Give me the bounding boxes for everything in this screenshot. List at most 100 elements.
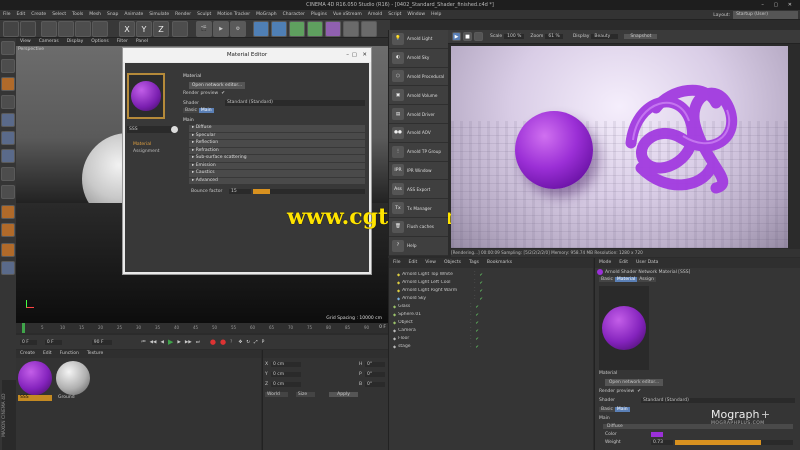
visibility-dots-icon[interactable]: ⁚ bbox=[470, 320, 471, 325]
record-icon[interactable]: ● bbox=[210, 338, 216, 346]
window-controls[interactable]: – ▢ ✕ bbox=[761, 0, 796, 10]
viewport-menu-view[interactable]: View bbox=[16, 38, 35, 46]
y-axis-icon[interactable]: Y bbox=[136, 21, 152, 37]
make-editable-icon[interactable] bbox=[1, 41, 15, 55]
material-menu-texture[interactable]: Texture bbox=[83, 350, 107, 358]
end-frame-field[interactable]: 90 F bbox=[91, 339, 112, 345]
play-icon[interactable]: ▶ bbox=[168, 338, 173, 346]
menu-mograph[interactable]: MoGraph bbox=[253, 10, 279, 20]
tab-basic[interactable]: Basic bbox=[183, 108, 199, 113]
render-settings-icon[interactable]: ⚙ bbox=[230, 21, 246, 37]
object-row-glass[interactable]: ◆ Glass ⁚ ✔ bbox=[389, 302, 593, 310]
section-caustics[interactable]: ▸ Caustics bbox=[189, 170, 365, 177]
section-refraction[interactable]: ▸ Refraction bbox=[189, 147, 365, 154]
attribute-menu-user-data[interactable]: User Data bbox=[632, 258, 662, 268]
edges-mode-icon[interactable] bbox=[1, 131, 15, 145]
workplane-icon[interactable] bbox=[1, 95, 15, 109]
menu-help[interactable]: Help bbox=[428, 10, 444, 20]
arnold-menu-flush-caches[interactable]: 🗑 Flush caches bbox=[389, 217, 448, 237]
object-row-camera[interactable]: ◆ Camera ⁚ ✔ bbox=[389, 326, 593, 334]
object-menu-edit[interactable]: Edit bbox=[405, 258, 422, 268]
section-sub-surface-scattering[interactable]: ▸ Sub-surface scattering bbox=[189, 155, 365, 162]
timeline[interactable]: 051015202530354045505560657075808590 0 F bbox=[16, 323, 388, 333]
section-emission[interactable]: ▸ Emission bbox=[189, 162, 365, 169]
deformer-icon[interactable] bbox=[325, 21, 341, 37]
arnold-menu-tx-manager[interactable]: Tx Tx Manager bbox=[389, 199, 448, 218]
enabled-check-icon[interactable]: ✔ bbox=[480, 280, 483, 285]
menu-file[interactable]: File bbox=[0, 10, 14, 20]
visibility-dots-icon[interactable]: ⁚ bbox=[470, 304, 471, 309]
rotation-key-icon[interactable]: ↻ bbox=[246, 340, 250, 345]
menu-window[interactable]: Window bbox=[404, 10, 428, 20]
workplane-lock-icon[interactable] bbox=[1, 223, 15, 237]
autokey-icon[interactable]: ● bbox=[220, 338, 226, 346]
spline-icon[interactable] bbox=[271, 21, 287, 37]
menu-motion-tracker[interactable]: Motion Tracker bbox=[214, 10, 253, 20]
close-button[interactable]: ✕ bbox=[362, 48, 367, 62]
arnold-menu-help[interactable]: ? Help bbox=[389, 236, 448, 256]
material-channel-material[interactable]: Material bbox=[133, 142, 151, 147]
frame-field[interactable]: 0 F bbox=[44, 339, 62, 345]
grid-icon[interactable] bbox=[1, 243, 15, 257]
tab-main[interactable]: Main bbox=[198, 108, 214, 113]
attr-render-preview-row[interactable]: Render preview ✔ bbox=[599, 389, 641, 394]
object-row-object[interactable]: ◆ Object ⁚ ✔ bbox=[389, 318, 593, 326]
menu-mesh[interactable]: Mesh bbox=[86, 10, 104, 20]
menu-arnold[interactable]: Arnold bbox=[365, 10, 386, 20]
object-row-arnold-light-right-warm[interactable]: ◆ Arnold Light Right Warm ⁚ ✔ bbox=[389, 286, 593, 294]
section-diffuse[interactable]: ▸ Diffuse bbox=[189, 125, 365, 132]
menu-tools[interactable]: Tools bbox=[69, 10, 86, 20]
enabled-check-icon[interactable]: ✔ bbox=[476, 328, 479, 333]
solo-icon[interactable] bbox=[1, 261, 15, 275]
arnold-menu-arnold-driver[interactable]: ▤ Arnold Driver bbox=[389, 105, 448, 124]
viewport-menu-panel[interactable]: Panel bbox=[132, 38, 152, 46]
render-preview-row[interactable]: Render preview ✔ bbox=[183, 91, 225, 96]
render-view-icon[interactable]: 🎬 bbox=[196, 21, 212, 37]
zoom-value[interactable]: 61 % bbox=[545, 34, 563, 39]
attr-tab-assign[interactable]: Assign bbox=[637, 277, 656, 282]
arnold-menu-ass-export[interactable]: Ass ASS Export bbox=[389, 180, 448, 200]
attr-tab-material[interactable]: Material bbox=[614, 277, 638, 282]
render-image[interactable] bbox=[451, 46, 788, 248]
enabled-check-icon[interactable]: ✔ bbox=[476, 304, 479, 309]
arnold-menu-arnold-aov[interactable]: ●● Arnold AOV bbox=[389, 123, 448, 143]
visibility-dots-icon[interactable]: ⁚ bbox=[474, 272, 475, 277]
viewport-menu-cameras[interactable]: Cameras bbox=[35, 38, 63, 46]
scale-key-icon[interactable]: ⤢ bbox=[254, 339, 258, 345]
attr-subtab-main[interactable]: Main bbox=[614, 407, 630, 412]
material-name-field[interactable]: SSS bbox=[127, 126, 175, 133]
bounce-factor-field[interactable]: 15 bbox=[229, 189, 251, 194]
position-key-icon[interactable]: ✥ bbox=[238, 340, 242, 345]
object-row-arnold-light-top-white[interactable]: ◆ Arnold Light Top White ⁚ ✔ bbox=[389, 270, 593, 278]
menu-vue-xstream[interactable]: Vue xStream bbox=[330, 10, 365, 20]
section-reflection[interactable]: ▸ Reflection bbox=[189, 140, 365, 147]
visibility-dots-icon[interactable]: ⁚ bbox=[470, 336, 471, 341]
render-picture-viewer-icon[interactable]: ▶ bbox=[213, 21, 229, 37]
enabled-check-icon[interactable]: ✔ bbox=[480, 272, 483, 277]
attr-tab-basic[interactable]: Basic bbox=[599, 277, 615, 282]
snap-icon[interactable] bbox=[1, 205, 15, 219]
arnold-menu-arnold-light[interactable]: 💡 Arnold Light bbox=[389, 30, 448, 49]
prev-frame-icon[interactable]: ◀ bbox=[161, 340, 164, 345]
minimize-button[interactable]: – bbox=[346, 48, 349, 62]
display-dropdown[interactable]: Beauty bbox=[591, 34, 619, 39]
enabled-check-icon[interactable]: ✔ bbox=[480, 288, 483, 293]
visibility-dots-icon[interactable]: ⁚ bbox=[470, 328, 471, 333]
object-row-floor[interactable]: ◆ Floor ⁚ ✔ bbox=[389, 334, 593, 342]
object-menu-view[interactable]: View bbox=[421, 258, 440, 268]
enable-axis-icon[interactable] bbox=[1, 167, 15, 181]
rotate-icon[interactable] bbox=[92, 21, 108, 37]
coord-mode-size[interactable]: Size bbox=[295, 392, 316, 397]
material-menu-function[interactable]: Function bbox=[56, 350, 83, 358]
scale-icon[interactable] bbox=[75, 21, 91, 37]
tweak-mode-icon[interactable] bbox=[1, 185, 15, 199]
object-row-arnold-light-left-cool[interactable]: ◆ Arnold Light Left Cool ⁚ ✔ bbox=[389, 278, 593, 286]
menu-animate[interactable]: Animate bbox=[121, 10, 146, 20]
render-region-icon[interactable] bbox=[474, 32, 483, 41]
enabled-check-icon[interactable]: ✔ bbox=[476, 320, 479, 325]
attr-weight-field[interactable]: 0.73 bbox=[651, 440, 673, 445]
texture-mode-icon[interactable] bbox=[1, 77, 15, 91]
undo-icon[interactable] bbox=[3, 21, 19, 37]
coordinate-system-icon[interactable] bbox=[172, 21, 188, 37]
arnold-menu-arnold-procedural[interactable]: ⬡ Arnold Procedural bbox=[389, 67, 448, 87]
